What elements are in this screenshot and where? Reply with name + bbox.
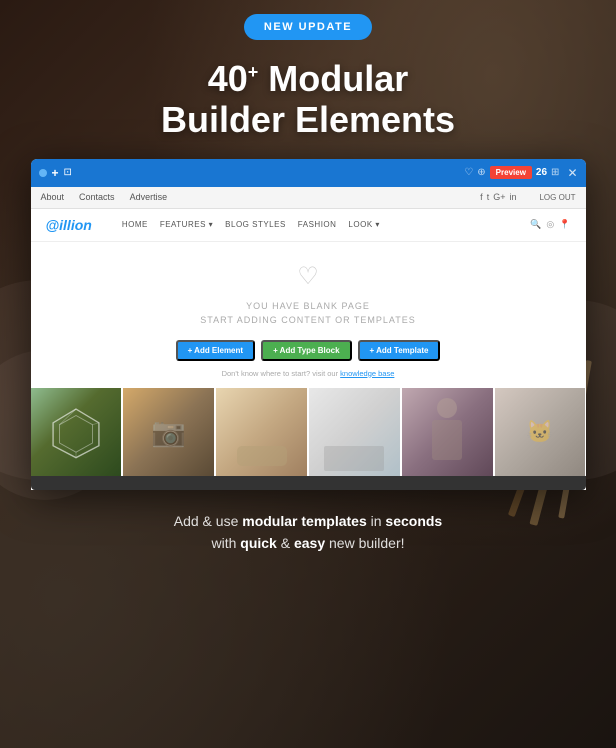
geometric-shape [48,404,103,459]
social-google[interactable]: G+ [493,192,505,202]
social-facebook[interactable]: f [480,192,483,202]
browser-bottom-bar [31,476,586,490]
hero-line2: Builder Elements [161,99,455,140]
site-logo: @illion [46,217,92,233]
browser-dot-1 [39,169,47,177]
nav-features[interactable]: FEATURES ▾ [160,220,213,229]
hero-rest: Modular [258,58,408,99]
blank-title-line2: START ADDING CONTENT OR TEMPLATES [200,313,416,327]
gallery-strip: 📷 🐱 [31,388,586,476]
nav-logout[interactable]: LOG OUT [539,193,575,202]
header-search-icon[interactable]: 🔍 [530,219,541,230]
gallery-item-3 [216,388,309,476]
nav-advertise[interactable]: Advertise [130,192,168,202]
action-buttons: + Add Element + Add Type Block + Add Tem… [176,340,441,361]
nav-look[interactable]: LOOK ▾ [348,220,379,229]
header-loc-icon[interactable]: 📍 [559,219,570,230]
bottom-line2: with quick & easy new builder! [174,532,442,554]
line2-bold1: quick [240,535,277,551]
preview-button[interactable]: Preview [490,166,532,179]
browser-icons-right: ♡ ⊕ Preview 26 ⊞ ✕ [464,166,577,180]
browser-icon-heart: ♡ [464,167,473,178]
site-header: @illion HOME FEATURES ▾ BLOG STYLES FASH… [31,209,586,242]
nav-blog[interactable]: BLOG STYLES [225,220,286,229]
social-linkedin[interactable]: in [509,192,516,202]
nav-about[interactable]: About [41,192,65,202]
content-wrapper: NEW UPDATE 40+ Modular Builder Elements … [0,0,616,748]
browser-mockup: + ⊡ ♡ ⊕ Preview 26 ⊞ ✕ About Contacts Ad… [31,159,586,490]
line2-mid: & [277,535,294,551]
site-logo-text: illion [59,217,92,233]
browser-count: 26 [536,167,547,178]
add-element-button[interactable]: + Add Element [176,340,256,361]
blank-title-line1: YOU HAVE BLANK PAGE [200,299,416,313]
gallery-item-1 [31,388,124,476]
browser-icon-grid: ⊞ [551,167,559,178]
blank-heart-icon: ♡ [297,262,319,291]
browser-close-icon[interactable]: ✕ [567,166,577,180]
browser-sq-icon: ⊡ [64,167,72,178]
line1-bold2: seconds [385,513,442,529]
nav-fashion[interactable]: FASHION [298,220,337,229]
nav-home[interactable]: HOME [122,220,148,229]
site-header-icons: 🔍 ◎ 📍 [530,219,570,230]
browser-plus-icon: + [52,166,59,180]
nav-social-icons: f t G+ in [480,192,516,202]
blank-page-area: ♡ YOU HAVE BLANK PAGE START ADDING CONTE… [31,242,586,388]
gallery-item-5 [402,388,495,476]
hero-number: 40 [208,58,248,99]
browser-secondary-nav: About Contacts Advertise f t G+ in LOG O… [31,187,586,209]
gallery-item-6: 🐱 [495,388,586,476]
social-twitter[interactable]: t [487,192,490,202]
site-navigation: HOME FEATURES ▾ BLOG STYLES FASHION LOOK… [122,220,380,229]
add-template-button[interactable]: + Add Template [358,340,441,361]
line2-post: new builder! [325,535,404,551]
line2-bold2: easy [294,535,325,551]
line1-mid: in [367,513,386,529]
blank-page-title: YOU HAVE BLANK PAGE START ADDING CONTENT… [200,299,416,328]
header-cart-icon[interactable]: ◎ [546,219,554,230]
new-update-badge: NEW UPDATE [244,14,372,40]
camera-icon: 📷 [151,415,186,448]
hero-sup: + [248,62,259,82]
gallery-item-2: 📷 [123,388,216,476]
line1-pre: Add & use [174,513,243,529]
browser-top-bar: + ⊡ ♡ ⊕ Preview 26 ⊞ ✕ [31,159,586,187]
knowledge-base-link[interactable]: knowledge base [340,369,394,378]
line2-pre: with [211,535,240,551]
help-text: Don't know where to start? visit our [222,369,338,378]
bottom-line1: Add & use modular templates in seconds [174,510,442,532]
nav-contacts[interactable]: Contacts [79,192,115,202]
browser-icon-share: ⊕ [477,167,485,178]
add-type-block-button[interactable]: + Add Type Block [261,340,351,361]
line1-bold1: modular templates [242,513,366,529]
bottom-description: Add & use modular templates in seconds w… [134,510,482,555]
hero-title: 40+ Modular Builder Elements [161,58,455,141]
help-link-area: Don't know where to start? visit our kno… [222,369,395,378]
gallery-item-4 [309,388,402,476]
